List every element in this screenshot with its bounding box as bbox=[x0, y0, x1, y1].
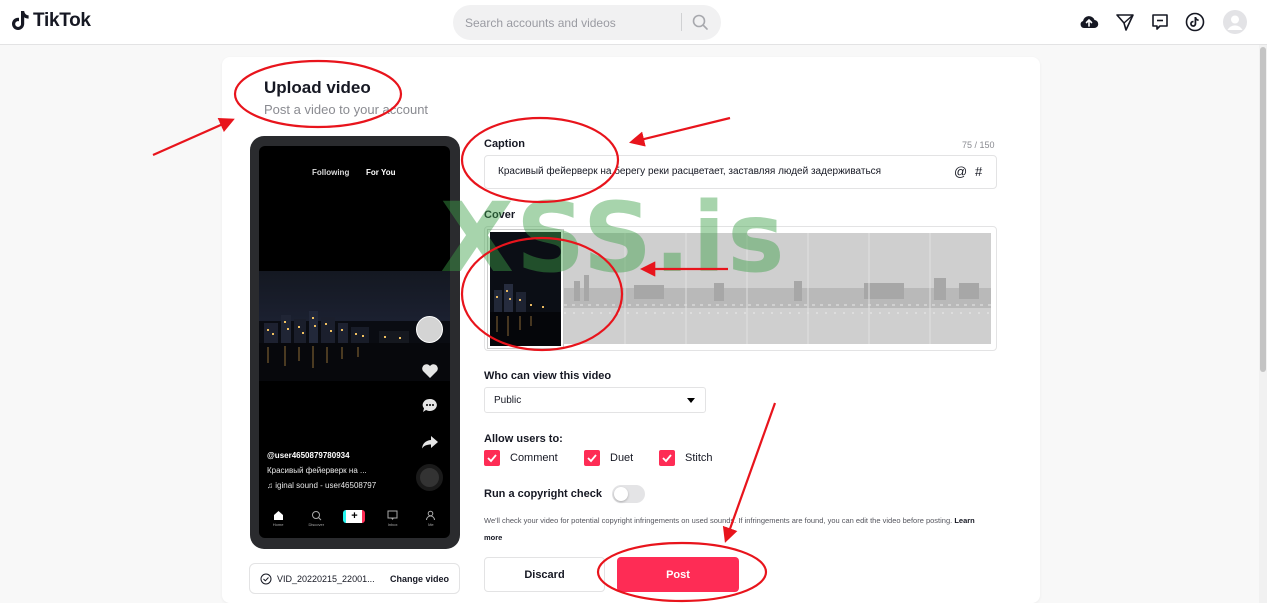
allow-users-label: Allow users to: bbox=[484, 433, 563, 445]
duet-checkbox[interactable] bbox=[584, 450, 600, 466]
toggle-knob bbox=[614, 487, 628, 501]
music-note-icon: ♫ bbox=[267, 481, 276, 490]
checkmark-icon bbox=[487, 454, 497, 463]
copyright-check-label: Run a copyright check bbox=[484, 488, 602, 500]
checkmark-icon bbox=[587, 454, 597, 463]
check-circle-icon bbox=[260, 573, 272, 585]
discover-search-icon bbox=[311, 511, 322, 521]
caption-label: Caption bbox=[484, 138, 525, 150]
brand-name: TikTok bbox=[33, 10, 91, 31]
comment-icon[interactable] bbox=[421, 397, 439, 415]
copyright-check-toggle[interactable] bbox=[612, 485, 645, 503]
creator-avatar[interactable] bbox=[416, 316, 443, 343]
preview-bottom-nav: Home Discover + Inbox Me bbox=[259, 506, 450, 538]
caption-counter: 75 / 150 bbox=[962, 140, 995, 150]
file-name: VID_20220215_22001... bbox=[277, 574, 375, 584]
preview-nav-label: Home bbox=[272, 522, 284, 527]
search-input[interactable] bbox=[465, 5, 680, 40]
preview-nav-inbox[interactable]: Inbox bbox=[378, 510, 408, 527]
watermark-text: XSS.is bbox=[440, 182, 787, 294]
annotation-arrow-title bbox=[152, 117, 235, 157]
preview-nav-label: Inbox bbox=[387, 522, 398, 527]
inbox-icon bbox=[387, 510, 398, 520]
hashtag-button[interactable]: # bbox=[975, 164, 982, 179]
preview-tab-following: Following bbox=[312, 168, 350, 177]
page-scrollbar-thumb[interactable] bbox=[1260, 47, 1266, 372]
inbox-send-icon[interactable] bbox=[1114, 11, 1136, 33]
preview-nav-label: Discover bbox=[308, 522, 325, 527]
preview-username: @user4650879780934 bbox=[267, 451, 350, 460]
home-icon bbox=[273, 511, 283, 520]
post-button[interactable]: Post bbox=[617, 557, 739, 592]
search-divider bbox=[681, 13, 682, 31]
duet-checkbox-label: Duet bbox=[610, 452, 634, 464]
change-video-button[interactable]: Change video bbox=[390, 574, 449, 584]
profile-icon bbox=[426, 510, 436, 521]
upload-cloud-icon[interactable] bbox=[1078, 11, 1100, 33]
uploaded-file-row: VID_20220215_22001... Change video bbox=[249, 563, 460, 594]
comment-checkbox[interactable] bbox=[484, 450, 500, 466]
video-preview[interactable]: Following For You @user4650879780934 Кра… bbox=[259, 146, 450, 538]
tiktok-note-icon bbox=[12, 11, 29, 30]
avatar-icon[interactable] bbox=[1223, 10, 1247, 34]
stitch-checkbox-label: Stitch bbox=[685, 452, 713, 464]
privacy-select[interactable]: Public bbox=[484, 387, 706, 413]
preview-nav-create[interactable]: + bbox=[339, 510, 369, 523]
copyright-note-text: We'll check your video for potential cop… bbox=[484, 516, 953, 525]
preview-nav-me[interactable]: Me bbox=[416, 510, 446, 527]
preview-nav-label: Me bbox=[428, 522, 434, 527]
preview-sound-label: iginal sound - user46508797 bbox=[275, 481, 377, 490]
privacy-label: Who can view this video bbox=[484, 370, 612, 382]
copyright-note: We'll check your video for potential cop… bbox=[484, 512, 994, 546]
page-subtitle: Post a video to your account bbox=[264, 102, 429, 117]
top-navigation-bar: TikTok bbox=[0, 0, 1267, 45]
tiktok-logo[interactable]: TikTok bbox=[10, 10, 91, 32]
caret-down-icon bbox=[687, 398, 695, 403]
preview-nav-home[interactable]: Home bbox=[263, 510, 293, 527]
preview-tab-for-you: For You bbox=[366, 168, 396, 177]
stitch-checkbox[interactable] bbox=[659, 450, 675, 466]
page-title: Upload video bbox=[264, 78, 371, 97]
checkmark-icon bbox=[662, 454, 672, 463]
create-plus-icon: + bbox=[343, 510, 366, 523]
caption-value: Красивый фейерверк на берегу реки расцве… bbox=[498, 166, 882, 177]
discard-button[interactable]: Discard bbox=[484, 557, 605, 592]
tiktok-coin-icon[interactable] bbox=[1184, 11, 1206, 33]
share-arrow-icon[interactable] bbox=[421, 433, 439, 451]
search-icon[interactable] bbox=[688, 12, 712, 32]
messages-icon[interactable] bbox=[1149, 11, 1171, 33]
comment-checkbox-label: Comment bbox=[510, 452, 558, 464]
mention-button[interactable]: @ bbox=[954, 164, 967, 179]
privacy-selected-value: Public bbox=[494, 395, 522, 406]
preview-nav-discover[interactable]: Discover bbox=[301, 510, 331, 527]
music-disc-icon[interactable] bbox=[416, 464, 443, 491]
like-heart-icon[interactable] bbox=[421, 362, 439, 380]
preview-sound: ♫ iginal sound - user46508797 bbox=[267, 481, 376, 490]
preview-caption: Красивый фейерверк на ... bbox=[267, 466, 367, 475]
